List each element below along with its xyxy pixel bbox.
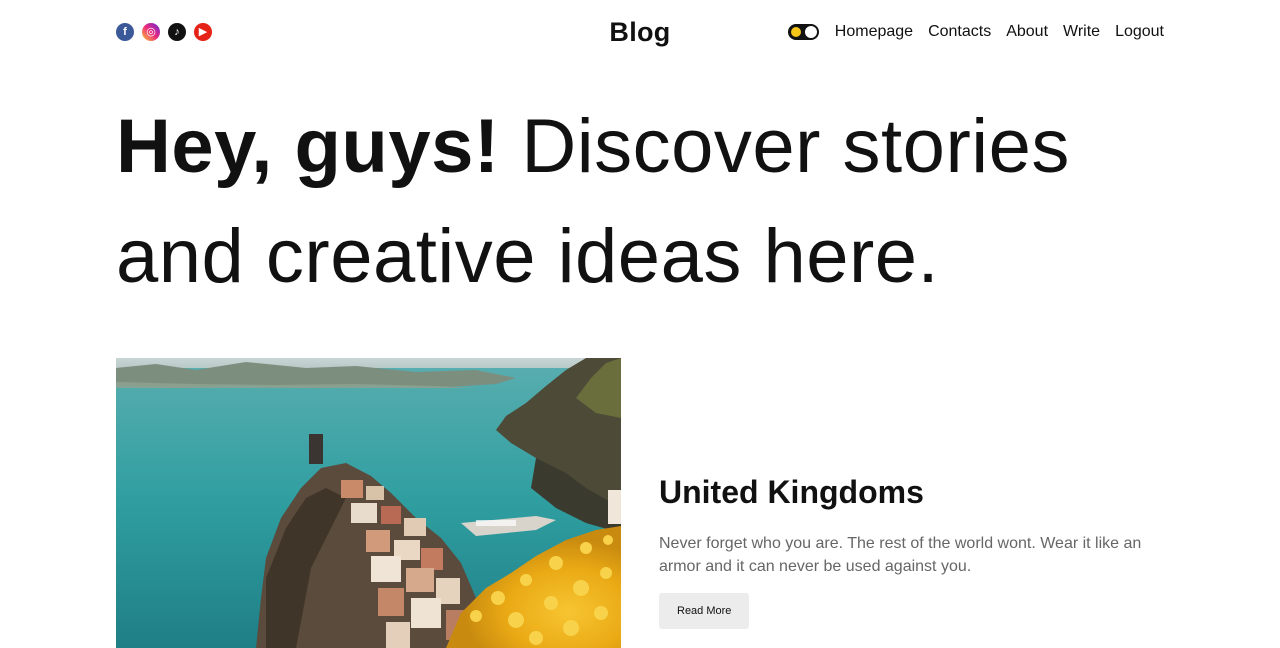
featured-post-content: United Kingdoms Never forget who you are…	[659, 472, 1164, 629]
nav-link-about[interactable]: About	[1006, 23, 1048, 41]
social-links: f ◎ ♪ ▶	[116, 23, 316, 41]
read-more-button[interactable]: Read More	[659, 593, 750, 629]
nav-link-contacts[interactable]: Contacts	[928, 23, 991, 41]
nav-links: Homepage Contacts About Write Logout	[787, 23, 1164, 41]
featured-post-image[interactable]	[116, 358, 621, 648]
nav-link-homepage[interactable]: Homepage	[835, 23, 913, 41]
post-title[interactable]: United Kingdoms	[659, 472, 1164, 512]
moon-icon	[790, 27, 801, 37]
coastal-village-image	[116, 358, 621, 648]
hero-text-line1: Discover stories	[521, 104, 1070, 189]
youtube-icon[interactable]: ▶	[194, 23, 212, 41]
theme-toggle[interactable]	[787, 24, 819, 40]
navbar: f ◎ ♪ ▶ Blog Homepage Contacts About Wri…	[116, 12, 1164, 52]
instagram-icon[interactable]: ◎	[142, 23, 160, 41]
hero-bold-text: Hey, guys!	[116, 104, 500, 189]
tiktok-icon[interactable]: ♪	[168, 23, 186, 41]
hero-text-line2: and creative ideas here.	[116, 214, 940, 299]
site-logo[interactable]: Blog	[609, 17, 670, 48]
nav-link-logout[interactable]: Logout	[1115, 23, 1164, 41]
toggle-knob	[804, 26, 817, 38]
facebook-icon[interactable]: f	[116, 23, 134, 41]
hero-heading: Hey, guys! Discover stories and creative…	[116, 92, 1176, 312]
post-description: Never forget who you are. The rest of th…	[659, 535, 1142, 575]
page: f ◎ ♪ ▶ Blog Homepage Contacts About Wri…	[0, 0, 1280, 648]
nav-link-write[interactable]: Write	[1063, 23, 1100, 41]
